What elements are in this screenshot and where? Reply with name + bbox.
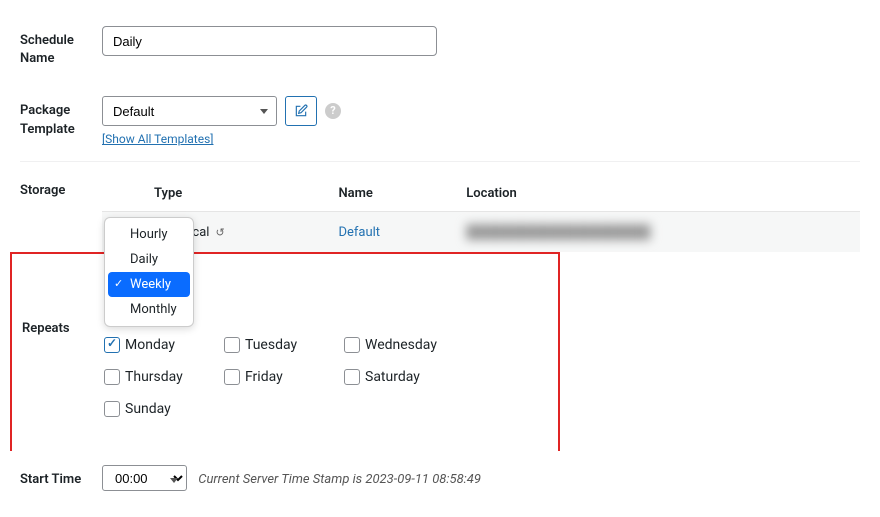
- day-monday-checkbox[interactable]: [104, 337, 120, 353]
- repeats-option-weekly[interactable]: Weekly: [108, 272, 190, 297]
- day-friday[interactable]: Friday: [224, 369, 344, 385]
- repeats-option-hourly[interactable]: Hourly: [108, 222, 190, 247]
- repeats-row: Repeats Hourly Daily Weekly Monthly Mond…: [10, 252, 560, 451]
- schedule-name-row: Schedule Name: [20, 12, 860, 82]
- storage-name-link[interactable]: Default: [338, 225, 380, 240]
- day-friday-checkbox[interactable]: [224, 369, 240, 385]
- schedule-name-input[interactable]: [102, 26, 437, 56]
- days-grid: Monday Tuesday Wednesday Thursday Friday…: [104, 337, 558, 433]
- storage-label: Storage: [20, 176, 102, 200]
- edit-template-button[interactable]: [285, 96, 317, 126]
- storage-location-text: ████████████████████: [466, 225, 650, 240]
- package-template-label: Package Template: [20, 96, 102, 138]
- repeats-option-monthly[interactable]: Monthly: [108, 297, 190, 322]
- package-template-select[interactable]: Default: [102, 96, 277, 126]
- repeats-dropdown[interactable]: Hourly Daily Weekly Monthly: [104, 217, 194, 327]
- storage-table: Type Name Location Local ↺ Default: [102, 176, 860, 252]
- day-saturday[interactable]: Saturday: [344, 369, 464, 385]
- day-thursday-checkbox[interactable]: [104, 369, 120, 385]
- day-thursday[interactable]: Thursday: [104, 369, 224, 385]
- show-all-templates-link[interactable]: [Show All Templates]: [102, 132, 213, 146]
- start-time-row: Start Time 00:00 Current Server Time Sta…: [20, 451, 860, 505]
- day-wednesday-checkbox[interactable]: [344, 337, 360, 353]
- day-wednesday[interactable]: Wednesday: [344, 337, 464, 353]
- storage-header-name: Name: [326, 176, 454, 212]
- storage-header-location: Location: [454, 176, 860, 212]
- edit-icon: [294, 104, 308, 118]
- day-sunday-checkbox[interactable]: [104, 401, 120, 417]
- schedule-name-label: Schedule Name: [20, 26, 102, 68]
- package-template-row: Package Template Default ? [Show All Tem…: [20, 82, 860, 162]
- day-saturday-checkbox[interactable]: [344, 369, 360, 385]
- repeats-option-daily[interactable]: Daily: [108, 247, 190, 272]
- storage-header-type: Type: [142, 176, 326, 212]
- help-icon[interactable]: ?: [325, 103, 341, 119]
- repeats-label: Repeats: [22, 272, 104, 338]
- start-time-select[interactable]: 00:00: [102, 465, 187, 491]
- day-tuesday-checkbox[interactable]: [224, 337, 240, 353]
- day-monday[interactable]: Monday: [104, 337, 224, 353]
- storage-row-item: Local ↺ Default ████████████████████: [102, 212, 860, 253]
- day-tuesday[interactable]: Tuesday: [224, 337, 344, 353]
- start-time-label: Start Time: [20, 465, 102, 489]
- server-time-hint: Current Server Time Stamp is 2023-09-11 …: [198, 472, 481, 487]
- day-sunday[interactable]: Sunday: [104, 401, 224, 417]
- reset-icon: ↺: [215, 226, 224, 239]
